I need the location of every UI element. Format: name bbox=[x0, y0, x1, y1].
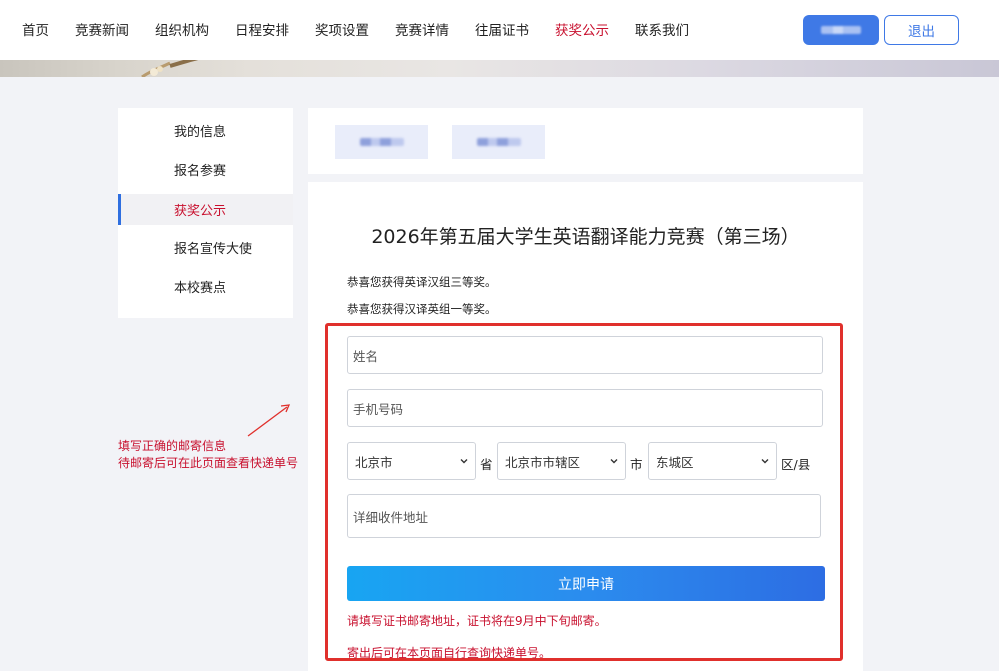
nav-item-awards-settings[interactable]: 奖项设置 bbox=[315, 19, 369, 39]
province-select-value: 北京市 bbox=[355, 454, 393, 470]
award-announcement-panel: 2026年第五届大学生英语翻译能力竞赛（第三场） 恭喜您获得英译汉组三等奖。 恭… bbox=[308, 182, 863, 671]
page-title: 2026年第五届大学生英语翻译能力竞赛（第三场） bbox=[371, 226, 800, 248]
nav-item-schedule[interactable]: 日程安排 bbox=[235, 19, 289, 39]
tracking-notice: 寄出后可在本页面自行查询快递单号。 bbox=[347, 646, 552, 660]
sidebar-item-register[interactable]: 报名参赛 bbox=[118, 154, 293, 185]
award-message-2: 恭喜您获得汉译英组一等奖。 bbox=[347, 302, 497, 316]
city-unit-label: 市 bbox=[630, 457, 643, 472]
banner-twig-graphic bbox=[141, 60, 199, 77]
competition-tab-2[interactable] bbox=[452, 125, 545, 159]
sidebar-item-award-announcement[interactable]: 获奖公示 bbox=[118, 194, 293, 225]
city-select[interactable]: 北京市市辖区 bbox=[497, 442, 626, 480]
nav-item-competition-details[interactable]: 竞赛详情 bbox=[395, 19, 449, 39]
chevron-down-icon bbox=[460, 459, 468, 464]
user-center-sidebar: 我的信息 报名参赛 获奖公示 报名宣传大使 本校赛点 bbox=[118, 108, 293, 318]
user-account-button[interactable] bbox=[803, 15, 879, 45]
blurred-tab-label bbox=[359, 138, 404, 146]
blurred-username bbox=[821, 26, 861, 34]
nav-item-organization[interactable]: 组织机构 bbox=[155, 19, 209, 39]
district-select[interactable]: 东城区 bbox=[648, 442, 777, 480]
phone-input[interactable]: 手机号码 bbox=[347, 389, 823, 427]
district-unit-label: 区/县 bbox=[781, 457, 811, 472]
main-nav: 首页 竞赛新闻 组织机构 日程安排 奖项设置 竞赛详情 往届证书 获奖公示 联系… bbox=[22, 19, 689, 39]
header-banner-image bbox=[0, 60, 999, 77]
address-input[interactable]: 详细收件地址 bbox=[347, 494, 821, 538]
award-message-1: 恭喜您获得英译汉组三等奖。 bbox=[347, 275, 497, 289]
district-select-value: 东城区 bbox=[656, 454, 694, 470]
competition-tab-1[interactable] bbox=[335, 125, 428, 159]
annotation-text: 填写正确的邮寄信息 待邮寄后可在此页面查看快递单号 bbox=[118, 438, 298, 472]
competition-tabs-panel bbox=[308, 108, 863, 174]
blurred-tab-label bbox=[476, 138, 521, 146]
nav-item-news[interactable]: 竞赛新闻 bbox=[75, 19, 129, 39]
city-select-value: 北京市市辖区 bbox=[505, 454, 581, 470]
nav-item-home[interactable]: 首页 bbox=[22, 19, 49, 39]
nav-item-past-certificates[interactable]: 往届证书 bbox=[475, 19, 529, 39]
sidebar-item-ambassador[interactable]: 报名宣传大使 bbox=[118, 232, 293, 263]
mailing-notice: 请填写证书邮寄地址，证书将在9月中下旬邮寄。 bbox=[347, 614, 607, 628]
chevron-down-icon bbox=[610, 459, 618, 464]
top-navigation-bar: 首页 竞赛新闻 组织机构 日程安排 奖项设置 竞赛详情 往届证书 获奖公示 联系… bbox=[0, 0, 999, 60]
chevron-down-icon bbox=[761, 459, 769, 464]
nav-item-award-announcement[interactable]: 获奖公示 bbox=[555, 19, 609, 39]
sidebar-item-school-venue[interactable]: 本校赛点 bbox=[118, 271, 293, 302]
province-select[interactable]: 北京市 bbox=[347, 442, 476, 480]
nav-item-contact[interactable]: 联系我们 bbox=[635, 19, 689, 39]
sidebar-item-my-info[interactable]: 我的信息 bbox=[118, 115, 293, 146]
annotation-arrow-icon bbox=[247, 404, 291, 437]
logout-button[interactable]: 退出 bbox=[884, 15, 959, 45]
province-unit-label: 省 bbox=[480, 457, 493, 472]
annotation-line-1: 填写正确的邮寄信息 bbox=[118, 439, 227, 453]
apply-now-button[interactable]: 立即申请 bbox=[347, 566, 825, 601]
annotation-line-2: 待邮寄后可在此页面查看快递单号 bbox=[118, 456, 299, 470]
name-input[interactable]: 姓名 bbox=[347, 336, 823, 374]
